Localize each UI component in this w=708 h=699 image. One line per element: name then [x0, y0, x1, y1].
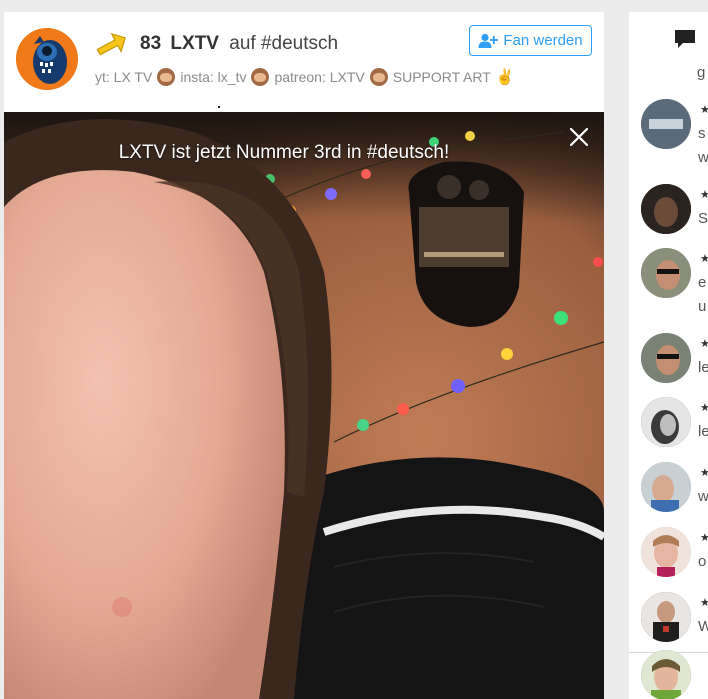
- chat-text: o: [698, 553, 707, 570]
- chat-avatar[interactable]: [641, 184, 691, 234]
- star-icon: ★: [700, 104, 708, 116]
- peace-hand-icon: ✌: [495, 69, 515, 86]
- rank-up-icon: [95, 32, 129, 58]
- chat-avatar[interactable]: [641, 397, 691, 447]
- monkey-icon: [251, 68, 270, 86]
- chat-avatar[interactable]: [641, 99, 691, 149]
- chat-sidebar: g ★ s w ★ S ★ e u ★ le ★ le ★ w ★ o ★ W: [629, 12, 708, 699]
- chat-message: ★ le: [629, 393, 708, 453]
- chat-text: W: [698, 618, 708, 635]
- chat-text: S: [698, 210, 708, 227]
- chat-message: ★ o: [629, 523, 708, 583]
- stream-title: 83 LXTV auf #deutsch: [140, 33, 338, 55]
- stream-tag[interactable]: #deutsch: [261, 33, 338, 54]
- streamer-name[interactable]: LXTV: [170, 33, 219, 54]
- stream-subtitle: yt: LX TV insta: lx_tv patreon: LXTV SUP…: [95, 68, 514, 86]
- chat-message: ★ S: [629, 180, 708, 240]
- monkey-icon: [157, 68, 176, 86]
- fan-button-label: Fan werden: [503, 32, 583, 49]
- streamer-avatar[interactable]: [16, 28, 78, 90]
- subtitle-insta: insta: lx_tv: [180, 69, 247, 85]
- chat-text: w: [698, 149, 708, 166]
- chat-message: ★ e u: [629, 244, 708, 315]
- star-icon: ★: [700, 402, 708, 414]
- rank-number: 83: [140, 33, 162, 54]
- separator-dot: [218, 106, 220, 108]
- monkey-icon: [369, 68, 388, 86]
- chat-message: ★ le: [629, 329, 708, 389]
- star-icon: ★: [700, 338, 708, 350]
- chat-icon[interactable]: [673, 28, 697, 50]
- video-frame: [4, 112, 604, 699]
- chat-message: ★ w: [629, 458, 708, 518]
- close-icon[interactable]: [568, 126, 590, 148]
- star-icon: ★: [700, 189, 708, 201]
- chat-avatar[interactable]: [641, 527, 691, 577]
- chat-text: s: [698, 125, 706, 142]
- star-icon: ★: [700, 532, 708, 544]
- star-icon: ★: [700, 253, 708, 265]
- star-icon: ★: [700, 467, 708, 479]
- title-connector: auf: [229, 33, 256, 54]
- chat-avatar[interactable]: [641, 650, 691, 699]
- subtitle-patreon: patreon: LXTV: [274, 69, 365, 85]
- chat-text: u: [698, 298, 707, 315]
- chat-text-fragment: g: [697, 64, 706, 81]
- chat-text: w: [698, 488, 708, 505]
- chat-message: ★ s w: [629, 95, 708, 166]
- chat-text: le: [698, 423, 708, 440]
- chat-text: le: [698, 359, 708, 376]
- subtitle-support: SUPPORT ART: [392, 69, 491, 85]
- chat-avatar[interactable]: [641, 248, 691, 298]
- stream-card: 83 LXTV auf #deutsch yt: LX TV insta: lx…: [4, 12, 604, 699]
- subtitle-yt: yt: LX TV: [95, 69, 153, 85]
- add-user-icon: [478, 33, 499, 48]
- fan-button[interactable]: Fan werden: [469, 25, 592, 56]
- chat-message: ★ W: [629, 588, 708, 648]
- chat-avatar[interactable]: [641, 592, 691, 642]
- rank-notice: LXTV ist jetzt Nummer 3rd in #deutsch!: [118, 142, 450, 163]
- chat-avatar[interactable]: [641, 333, 691, 383]
- video-player[interactable]: LXTV ist jetzt Nummer 3rd in #deutsch!: [4, 112, 604, 699]
- chat-text: e: [698, 274, 707, 291]
- chat-avatar[interactable]: [641, 462, 691, 512]
- star-icon: ★: [700, 597, 708, 609]
- stream-header: 83 LXTV auf #deutsch yt: LX TV insta: lx…: [4, 12, 604, 112]
